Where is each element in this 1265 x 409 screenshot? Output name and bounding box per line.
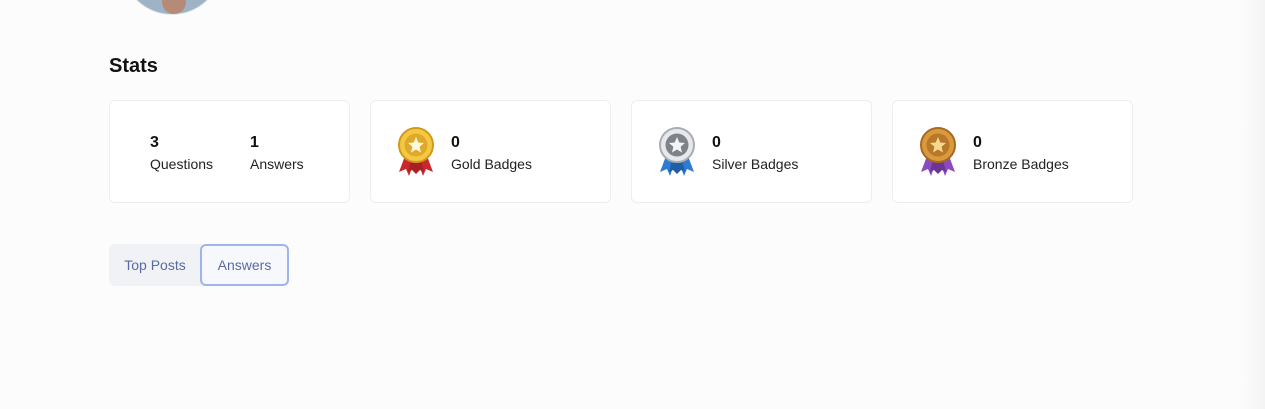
avatar[interactable]: [122, 0, 222, 14]
gold-medal-icon: [398, 127, 434, 176]
stats-card-bronze: 0 Bronze Badges: [892, 100, 1133, 203]
posts-tabs: Top Posts Answers: [109, 244, 289, 286]
answers-stat: 1 Answers: [250, 134, 304, 173]
bronze-medal-icon: [920, 127, 956, 176]
bronze-count: 0: [973, 134, 982, 151]
stats-card-silver: 0 Silver Badges: [631, 100, 872, 203]
bronze-stat: 0 Bronze Badges: [973, 134, 1069, 173]
tab-answers[interactable]: Answers: [200, 244, 289, 286]
silver-stat: 0 Silver Badges: [712, 134, 798, 173]
silver-label: Silver Badges: [712, 156, 799, 172]
bronze-label: Bronze Badges: [973, 156, 1069, 172]
questions-label: Questions: [150, 156, 214, 172]
gold-stat: 0 Gold Badges: [451, 134, 532, 173]
answers-count: 1: [250, 134, 259, 151]
silver-medal-icon: [659, 127, 695, 176]
stats-card-gold: 0 Gold Badges: [370, 100, 611, 203]
questions-stat: 3 Questions: [150, 134, 213, 173]
stats-title: Stats: [109, 55, 158, 77]
page-edge-shade: [1241, 0, 1265, 409]
gold-count: 0: [451, 134, 460, 151]
answers-label: Answers: [250, 156, 304, 172]
stats-card-posts: 3 Questions 1 Answers: [109, 100, 350, 203]
silver-count: 0: [712, 134, 721, 151]
tab-top-posts[interactable]: Top Posts: [109, 244, 201, 286]
gold-label: Gold Badges: [451, 156, 532, 172]
questions-count: 3: [150, 134, 159, 151]
